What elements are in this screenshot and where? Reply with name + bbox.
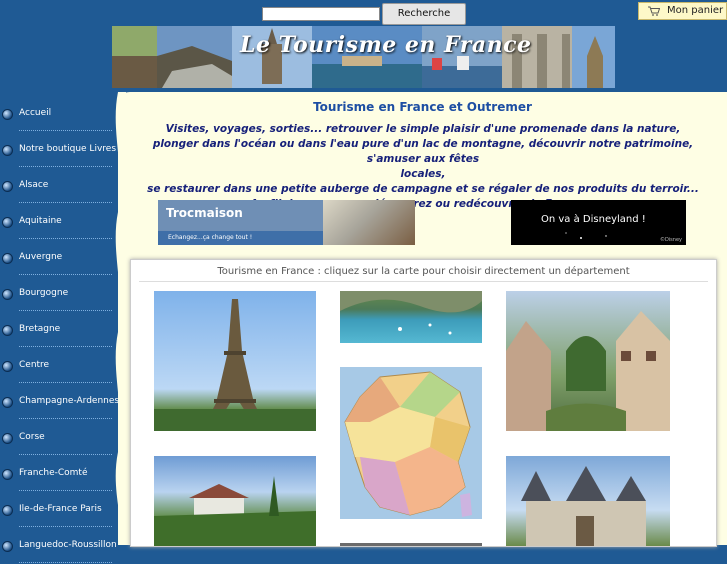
decorative-wave: [115, 92, 126, 545]
sidebar-item[interactable]: Ile-de-France Paris: [0, 492, 118, 528]
lake-photo[interactable]: [340, 291, 482, 343]
coast-image: [154, 476, 316, 546]
sparkle-icon: [565, 232, 607, 239]
divider: [19, 130, 112, 131]
trocmaison-logo: Trocmaison: [166, 206, 243, 220]
sidebar-item-label: Ile-de-France Paris: [19, 504, 102, 514]
sidebar-item-label: Alsace: [19, 180, 49, 190]
bullet-icon: [2, 397, 13, 408]
search-button[interactable]: Recherche rapide: [382, 3, 466, 38]
sidebar-item-label: Franche-Comté: [19, 468, 88, 478]
castle-image: [521, 466, 646, 546]
sidebar-nav: Accueil Notre boutique Livres Alsace Aquita…: [0, 96, 120, 564]
divider: [19, 310, 112, 311]
sidebar-item-label: Languedoc-Roussillon: [19, 540, 117, 550]
coast-photo[interactable]: [154, 456, 316, 546]
sidebar-item[interactable]: Bourgogne: [0, 276, 118, 312]
sidebar-item[interactable]: Aquitaine: [0, 204, 118, 240]
eiffel-tower-image: [154, 299, 316, 431]
lake-image: [340, 291, 482, 335]
divider: [19, 238, 112, 239]
intro-line: locales,: [400, 168, 446, 180]
sidebar-item-label: Centre: [19, 360, 50, 370]
divider: [19, 382, 112, 383]
bullet-icon: [2, 253, 13, 264]
bullet-icon: [2, 181, 13, 192]
bullet-icon: [2, 289, 13, 300]
sidebar-item-label: Aquitaine: [19, 216, 62, 226]
divider: [139, 281, 708, 282]
sidebar-item-label: Champagne-Ardennes: [19, 396, 120, 406]
sidebar-item-label: Bourgogne: [19, 288, 69, 298]
alsace-photo[interactable]: [506, 291, 670, 431]
divider: [19, 490, 112, 491]
sidebar-item-label: Corse: [19, 432, 45, 442]
bullet-icon: [2, 217, 13, 228]
divider: [19, 166, 112, 167]
sidebar-item-label: Auvergne: [19, 252, 63, 262]
sidebar-item-label: Notre boutique Livres: [19, 144, 117, 154]
divider: [19, 346, 112, 347]
sidebar-item[interactable]: Notre boutique Livres: [0, 132, 118, 168]
divider: [19, 562, 112, 563]
sidebar-item[interactable]: Languedoc-Roussillon: [0, 528, 118, 564]
intro-line: Visites, voyages, sorties... retrouver l…: [165, 123, 681, 135]
sidebar-item[interactable]: Franche-Comté: [0, 456, 118, 492]
cart-icon: [648, 6, 660, 16]
bullet-icon: [2, 325, 13, 336]
search-input[interactable]: [262, 7, 380, 21]
bullet-icon: [2, 109, 13, 120]
cart-button[interactable]: Mon panier: [638, 2, 727, 20]
bullet-icon: [2, 145, 13, 156]
sidebar-item-label: Bretagne: [19, 324, 61, 334]
france-map[interactable]: [340, 367, 482, 519]
bullet-icon: [2, 433, 13, 444]
banner-title: Le Tourisme en France: [240, 32, 532, 58]
bullet-icon: [2, 541, 13, 552]
sidebar-item[interactable]: Corse: [0, 420, 118, 456]
region-gallery: Tourisme en France : cliquez sur la cart…: [130, 259, 717, 547]
cart-label: Mon panier: [667, 5, 724, 16]
bullet-icon: [2, 361, 13, 372]
sidebar-item[interactable]: Champagne-Ardennes: [0, 384, 120, 420]
intro-text: Visites, voyages, sorties... retrouver l…: [138, 122, 708, 212]
top-bar: Recherche rapide Mon panier: [0, 0, 727, 38]
bullet-icon: [2, 505, 13, 516]
sidebar-item[interactable]: Accueil: [0, 96, 118, 132]
sidebar-item[interactable]: Bretagne: [0, 312, 118, 348]
intro-line: plonger dans l'océan ou dans l'eau pure …: [152, 138, 694, 165]
disney-ad[interactable]: On va à Disneyland ! ©Disney: [511, 200, 686, 245]
sidebar-item[interactable]: Centre: [0, 348, 118, 384]
intro-line: se restaurer dans une petite auberge de …: [147, 183, 699, 195]
divider: [19, 202, 112, 203]
page-title: Tourisme en France et Outremer: [313, 100, 532, 114]
divider: [19, 418, 112, 419]
divider: [19, 526, 112, 527]
sidebar-item-label: Accueil: [19, 108, 52, 118]
paris-photo[interactable]: [154, 291, 316, 431]
france-map-image: [344, 371, 472, 517]
castle-photo[interactable]: [506, 456, 670, 546]
bullet-icon: [2, 469, 13, 480]
trocmaison-photo: [323, 200, 415, 245]
divider: [19, 274, 112, 275]
sidebar-item[interactable]: Auvergne: [0, 240, 118, 276]
divider: [19, 454, 112, 455]
main-content: Tourisme en France et Outremer Visites, …: [115, 92, 727, 547]
trocmaison-ad[interactable]: Trocmaison Echangez...ça change tout !: [158, 200, 415, 245]
alsace-image: [506, 311, 670, 431]
site-banner[interactable]: Le Tourisme en France: [112, 26, 615, 88]
sidebar-item[interactable]: Alsace: [0, 168, 118, 204]
gallery-title: Tourisme en France : cliquez sur la cart…: [217, 266, 630, 277]
